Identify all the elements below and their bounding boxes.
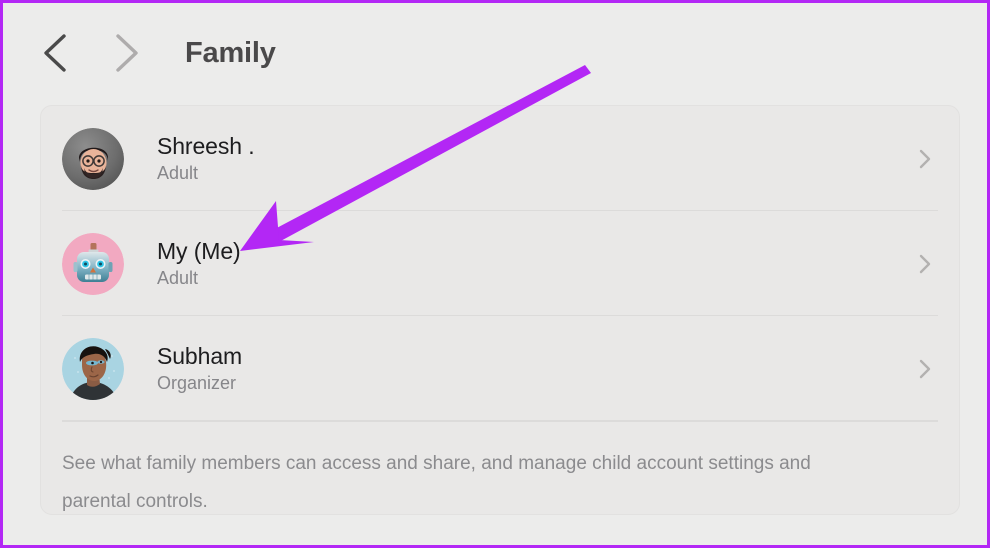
member-role: Adult	[157, 268, 199, 288]
footer-divider	[62, 421, 938, 422]
disclosure-chevron-right-icon[interactable]	[918, 148, 932, 170]
page-title: Family	[185, 36, 276, 69]
member-name: Subham	[157, 343, 243, 369]
member-info: Subham Organizer	[157, 343, 242, 394]
chevron-right-icon	[109, 30, 143, 76]
back-button[interactable]	[39, 30, 73, 76]
member-role: Adult	[157, 163, 199, 183]
disclosure-chevron-right-icon[interactable]	[918, 358, 932, 380]
family-member-row-shreesh[interactable]: Shreesh . Adult	[41, 106, 959, 211]
window-header: Family	[3, 3, 987, 103]
forward-button[interactable]	[109, 30, 143, 76]
family-member-row-subham[interactable]: Subham Organizer	[41, 316, 959, 421]
card-footer: See what family members can access and s…	[41, 421, 959, 514]
family-members-card: Shreesh . Adult My (Me) Adult Subham Org…	[40, 105, 960, 515]
memoji-bearded-man-avatar	[62, 127, 124, 190]
member-info: My (Me) Adult	[157, 238, 241, 289]
member-info: Shreesh . Adult	[157, 133, 255, 184]
member-role: Organizer	[157, 373, 237, 393]
photo-portrait-avatar	[62, 337, 124, 400]
member-name: Shreesh .	[157, 133, 255, 159]
family-description-text: See what family members can access and s…	[62, 453, 811, 512]
disclosure-chevron-right-icon[interactable]	[918, 253, 932, 275]
memoji-robot-avatar	[62, 232, 124, 295]
member-name: My (Me)	[157, 238, 241, 264]
family-member-row-my-me[interactable]: My (Me) Adult	[41, 211, 959, 316]
chevron-left-icon	[39, 30, 73, 76]
